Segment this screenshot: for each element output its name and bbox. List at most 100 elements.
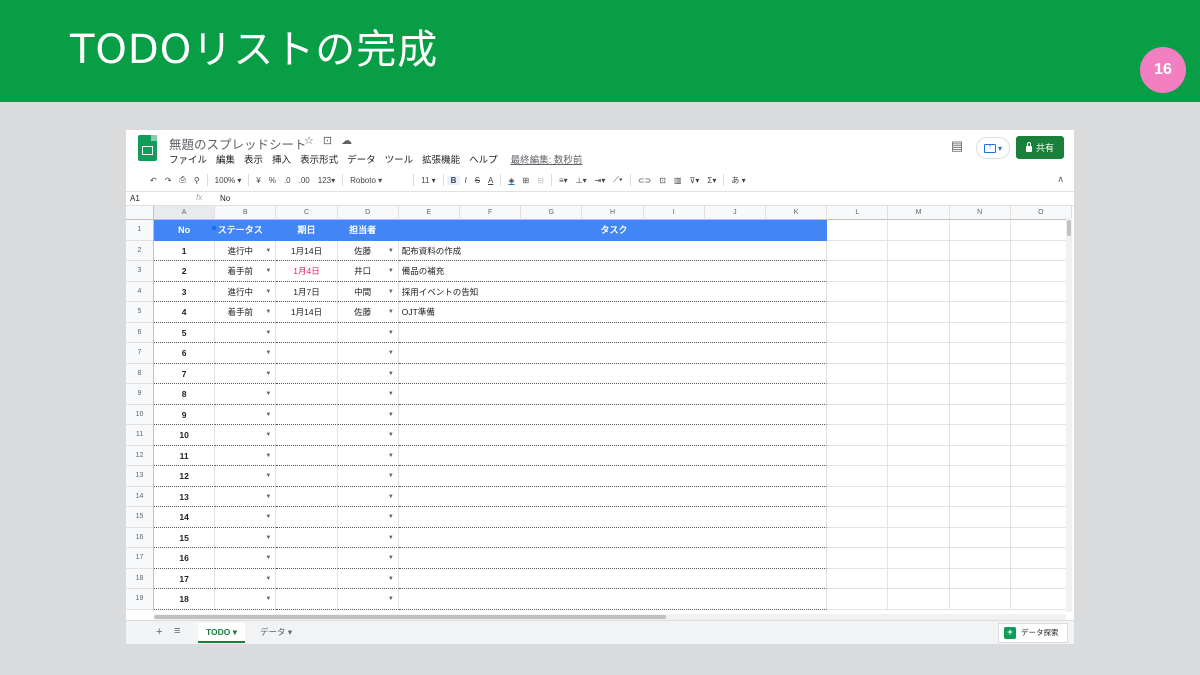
empty-cell[interactable]	[1010, 404, 1072, 425]
dropdown-arrow-icon[interactable]: ▼	[388, 528, 394, 548]
row-number[interactable]: 17	[126, 548, 154, 569]
empty-cell[interactable]	[1010, 322, 1072, 343]
dropdown-arrow-icon[interactable]: ▼	[265, 261, 271, 281]
task-cell[interactable]	[398, 343, 828, 364]
empty-cell[interactable]	[827, 363, 889, 384]
assignee-cell[interactable]: 佐藤 ▼	[337, 302, 399, 323]
assignee-cell[interactable]: 井口 ▼	[337, 261, 399, 282]
row-number[interactable]: 1	[126, 220, 154, 241]
dropdown-arrow-icon[interactable]: ▼	[265, 548, 271, 568]
empty-cell[interactable]	[949, 281, 1011, 302]
share-button[interactable]: 共有	[1016, 136, 1064, 159]
assignee-cell[interactable]: ▼	[337, 425, 399, 446]
dropdown-arrow-icon[interactable]: ▼	[265, 487, 271, 507]
task-cell[interactable]	[398, 425, 828, 446]
task-cell[interactable]: OJT準備	[398, 302, 828, 323]
empty-cell[interactable]	[1010, 281, 1072, 302]
empty-cell[interactable]	[949, 343, 1011, 364]
assignee-cell[interactable]: ▼	[337, 527, 399, 548]
empty-cell[interactable]	[827, 404, 889, 425]
task-cell[interactable]	[398, 384, 828, 405]
empty-cell[interactable]	[888, 589, 950, 610]
empty-cell[interactable]	[949, 486, 1011, 507]
sheets-logo-icon[interactable]	[138, 135, 157, 161]
row-number[interactable]: 5	[126, 302, 154, 323]
spreadsheet-grid[interactable]: A B C D E F G H I J K L M N O 1 No ステータス 期日 担当者 タスク 2 1 進行中 ▼ 1月1…	[126, 206, 1074, 614]
no-cell[interactable]: 18	[154, 589, 216, 610]
due-date-cell[interactable]: 1月14日	[276, 302, 338, 323]
row-number[interactable]: 18	[126, 568, 154, 589]
due-date-cell[interactable]: 1月4日	[276, 261, 338, 282]
empty-cell[interactable]	[827, 343, 889, 364]
status-cell[interactable]: 進行中 ▼	[215, 281, 277, 302]
menu-file[interactable]: ファイル	[169, 152, 207, 166]
empty-cell[interactable]	[949, 384, 1011, 405]
dropdown-arrow-icon[interactable]: ▼	[388, 282, 394, 302]
text-color-button[interactable]: A	[484, 176, 497, 185]
empty-cell[interactable]	[949, 589, 1011, 610]
no-cell[interactable]: 14	[154, 507, 216, 528]
row-number[interactable]: 8	[126, 363, 154, 384]
due-date-cell[interactable]	[276, 507, 338, 528]
empty-cell[interactable]	[949, 404, 1011, 425]
empty-cell[interactable]	[827, 589, 889, 610]
undo-icon[interactable]: ↶	[146, 176, 161, 185]
empty-cell[interactable]	[827, 486, 889, 507]
status-cell[interactable]: ▼	[215, 404, 277, 425]
empty-cell[interactable]	[827, 527, 889, 548]
column-header-e[interactable]: E	[398, 206, 460, 220]
currency-format-button[interactable]: ¥	[252, 176, 264, 185]
row-number[interactable]: 14	[126, 486, 154, 507]
status-cell[interactable]: ▼	[215, 384, 277, 405]
selection-handle[interactable]	[212, 226, 216, 230]
empty-cell[interactable]	[1010, 261, 1072, 282]
vertical-align-icon[interactable]: ⊥▾	[572, 176, 591, 185]
empty-cell[interactable]	[949, 220, 1011, 241]
empty-cell[interactable]	[827, 445, 889, 466]
task-cell[interactable]: 採用イベントの告知	[398, 281, 828, 302]
tab-data[interactable]: データ ▾	[252, 623, 300, 643]
dropdown-arrow-icon[interactable]: ▼	[265, 384, 271, 404]
row-number[interactable]: 12	[126, 445, 154, 466]
empty-cell[interactable]	[888, 486, 950, 507]
functions-icon[interactable]: Σ▾	[703, 176, 720, 185]
row-number[interactable]: 19	[126, 589, 154, 610]
dropdown-arrow-icon[interactable]: ▼	[265, 425, 271, 445]
empty-cell[interactable]	[888, 548, 950, 569]
assignee-cell[interactable]: ▼	[337, 322, 399, 343]
empty-cell[interactable]	[949, 507, 1011, 528]
empty-cell[interactable]	[1010, 466, 1072, 487]
decrease-decimal-button[interactable]: .0	[280, 176, 295, 185]
due-date-cell[interactable]	[276, 363, 338, 384]
input-tools-icon[interactable]: あ ▾	[727, 175, 749, 186]
merge-cells-icon[interactable]: ⊟	[533, 176, 548, 185]
menu-format[interactable]: 表示形式	[300, 152, 338, 166]
last-edit-link[interactable]: 最終編集: 数秒前	[511, 152, 583, 166]
empty-cell[interactable]	[949, 445, 1011, 466]
empty-cell[interactable]	[1010, 425, 1072, 446]
status-cell[interactable]: ▼	[215, 507, 277, 528]
empty-cell[interactable]	[1010, 486, 1072, 507]
dropdown-arrow-icon[interactable]: ▼	[388, 364, 394, 384]
dropdown-arrow-icon[interactable]: ▼	[265, 466, 271, 486]
empty-cell[interactable]	[1010, 527, 1072, 548]
header-due-date-cell[interactable]: 期日	[276, 220, 338, 241]
task-cell[interactable]	[398, 486, 828, 507]
row-number[interactable]: 2	[126, 240, 154, 261]
task-cell[interactable]	[398, 404, 828, 425]
column-header-k[interactable]: K	[766, 206, 828, 220]
status-cell[interactable]: ▼	[215, 322, 277, 343]
strikethrough-button[interactable]: S	[471, 176, 484, 185]
status-cell[interactable]: ▼	[215, 548, 277, 569]
empty-cell[interactable]	[949, 527, 1011, 548]
no-cell[interactable]: 1	[154, 240, 216, 261]
paint-format-icon[interactable]: ⚲	[190, 176, 204, 185]
dropdown-arrow-icon[interactable]: ▼	[388, 589, 394, 609]
status-cell[interactable]: ▼	[215, 363, 277, 384]
all-sheets-icon[interactable]: ≡	[174, 625, 180, 637]
assignee-cell[interactable]: ▼	[337, 343, 399, 364]
bold-button[interactable]: B	[446, 175, 461, 185]
status-cell[interactable]: ▼	[215, 568, 277, 589]
status-cell[interactable]: 着手前 ▼	[215, 261, 277, 282]
dropdown-arrow-icon[interactable]: ▼	[265, 364, 271, 384]
